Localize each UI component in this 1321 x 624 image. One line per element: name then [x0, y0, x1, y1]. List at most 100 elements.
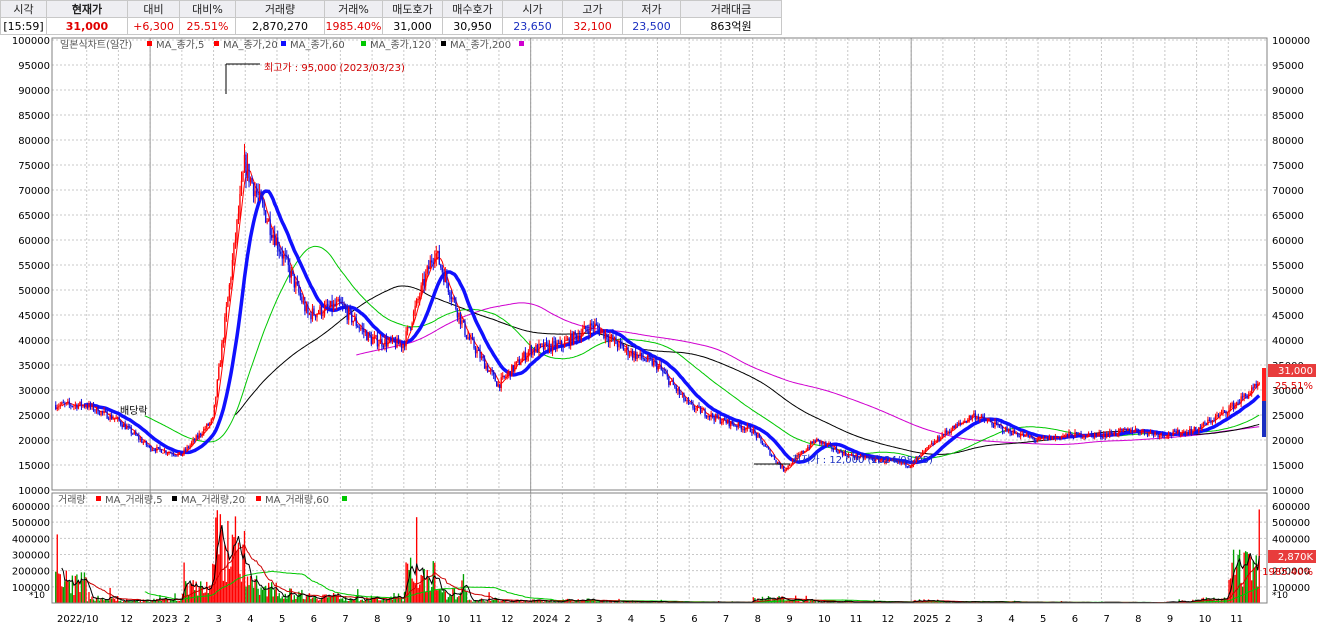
- volume-bar: [465, 591, 468, 603]
- volume-bar: [283, 598, 285, 603]
- candle-body: [132, 433, 134, 435]
- candle-body: [400, 344, 403, 349]
- candle-body: [287, 257, 289, 266]
- volume-bar: [432, 561, 434, 603]
- candle-body: [141, 438, 143, 443]
- volume-bar: [440, 588, 442, 603]
- candle-body: [953, 425, 955, 429]
- price-tick-left: 25000: [18, 411, 50, 422]
- candle-body: [450, 297, 453, 300]
- candle-body: [468, 337, 471, 340]
- volume-bar: [280, 598, 282, 603]
- candle-body: [195, 435, 197, 441]
- candle-body: [1140, 431, 1143, 434]
- candle-body: [171, 453, 173, 455]
- candle-body: [1252, 387, 1254, 389]
- candle-body: [201, 434, 203, 436]
- quote-table: 시각 현재가 대비 대비% 거래량 거래% 매도호가 매수호가 시가 고가 저가…: [0, 0, 782, 35]
- price-tick-right: 80000: [1272, 136, 1304, 147]
- header-bid: 매수호가: [442, 0, 503, 18]
- date-tick: 6: [311, 614, 317, 624]
- candle-body: [1024, 434, 1026, 437]
- candle-body: [1051, 436, 1054, 440]
- candle-body: [1243, 394, 1245, 398]
- date-tick: 10: [438, 614, 451, 624]
- candle-body: [1155, 432, 1158, 434]
- candle-body: [1246, 396, 1248, 399]
- candle-body: [187, 446, 190, 448]
- candle-body: [123, 423, 125, 428]
- candle-body: [1164, 437, 1167, 439]
- candle-body: [935, 441, 937, 443]
- candle-body: [1210, 420, 1212, 423]
- candle-body: [1202, 422, 1205, 426]
- volume-bar: [455, 599, 457, 603]
- candle-body: [530, 346, 533, 355]
- candle-body: [995, 421, 998, 424]
- volume-bar: [444, 591, 447, 603]
- legend-ma200-swatch: [441, 41, 446, 46]
- candle-body: [500, 377, 502, 388]
- candle-body: [361, 328, 363, 330]
- volume-bar: [295, 598, 297, 603]
- volume-bar: [91, 596, 93, 603]
- candle-body: [705, 416, 708, 418]
- candle-body: [246, 163, 249, 178]
- candle-body: [811, 441, 813, 443]
- candle-body: [668, 376, 670, 385]
- candle-body: [1106, 433, 1108, 438]
- candle-body: [393, 337, 395, 342]
- candle-body: [281, 253, 283, 259]
- candle-body: [689, 402, 691, 404]
- candle-body: [776, 461, 779, 463]
- volume-bar: [1249, 556, 1251, 603]
- candle-body: [1146, 433, 1149, 436]
- candle-body: [708, 415, 711, 418]
- candle-body: [956, 424, 958, 426]
- candle-body: [831, 444, 833, 449]
- volume-bar: [340, 598, 342, 603]
- candle-body: [627, 347, 629, 356]
- candle-body: [296, 281, 299, 285]
- candle-body: [462, 320, 465, 322]
- candle-body: [518, 359, 521, 365]
- candle-body: [1223, 410, 1226, 412]
- candle-body: [666, 373, 668, 377]
- chart-area[interactable]: 1000009500090000850008000075000700006500…: [0, 36, 1321, 624]
- candle-body: [755, 432, 758, 438]
- candle-body: [88, 403, 90, 408]
- volume-bar: [446, 599, 448, 603]
- candle-body: [615, 337, 617, 344]
- candle-body: [550, 344, 552, 352]
- date-tick: 10: [1199, 614, 1212, 624]
- candle-body: [642, 357, 644, 360]
- candle-body: [349, 308, 351, 311]
- candle-body: [690, 402, 693, 404]
- candle-body: [648, 355, 650, 358]
- candle-body: [236, 219, 238, 240]
- candle-body: [932, 443, 934, 445]
- candle-body: [263, 203, 265, 211]
- volume-bar: [67, 580, 69, 603]
- candle-body: [671, 380, 673, 382]
- candle-body: [761, 440, 764, 445]
- candle-body: [98, 413, 101, 415]
- candle-body: [106, 411, 108, 419]
- candle-body: [1016, 433, 1019, 436]
- volume-bar: [218, 554, 220, 603]
- candle-body: [742, 428, 744, 430]
- candle-body: [163, 450, 166, 453]
- volume-bar: [92, 599, 95, 603]
- volume-bar: [267, 582, 270, 603]
- candle-body: [1038, 437, 1040, 440]
- candle-body: [906, 466, 909, 468]
- candle-body: [346, 309, 348, 320]
- candle-body: [583, 325, 585, 330]
- candle-body: [1247, 394, 1250, 399]
- legend-ma200-tail-swatch: [519, 41, 524, 46]
- candle-body: [1235, 402, 1238, 405]
- candle-body: [224, 316, 226, 340]
- candle-body: [696, 405, 699, 408]
- candle-body: [681, 393, 684, 395]
- candle-body: [639, 352, 641, 356]
